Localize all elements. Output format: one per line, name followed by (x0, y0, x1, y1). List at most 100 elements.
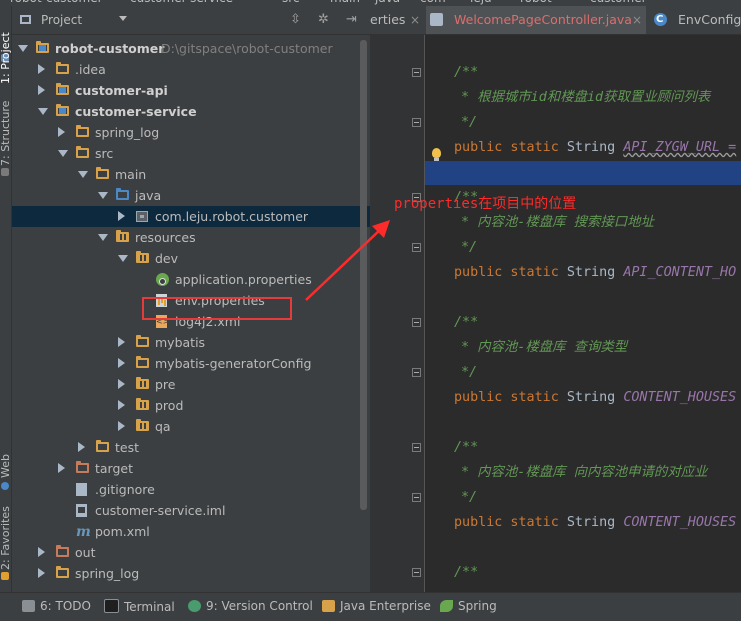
fold-marker-icon[interactable] (412, 493, 421, 502)
tree-item-label: dev (155, 251, 179, 266)
version-control-tool-button[interactable]: 9: Version Control (188, 599, 313, 613)
chevron-right-icon[interactable] (118, 358, 125, 368)
breadcrumb-item[interactable]: leju (470, 0, 492, 5)
settings-icon[interactable]: ✲ (318, 12, 329, 27)
web-tool-tab[interactable]: Web (0, 454, 11, 478)
chevron-right-icon[interactable] (78, 442, 85, 452)
tree-item[interactable]: m pom.xml (12, 521, 370, 542)
chevron-right-icon[interactable] (118, 421, 125, 431)
tree-item[interactable]: target (12, 458, 370, 479)
spring-tool-button[interactable]: Spring (440, 599, 497, 613)
tree-item[interactable]: customer-service.iml (12, 500, 370, 521)
java-enterprise-tool-button[interactable]: Java Enterprise (322, 599, 431, 613)
favorites-tool-tab[interactable]: 2: Favorites (0, 506, 11, 570)
tree-item[interactable]: spring_log (12, 122, 370, 143)
tree-item[interactable]: .gitignore (12, 479, 370, 500)
close-icon[interactable]: × (410, 6, 420, 34)
scroll-icon[interactable]: ⇳ (290, 12, 301, 27)
breadcrumb-item[interactable]: robot (520, 0, 552, 5)
terminal-tool-button[interactable]: Terminal (104, 599, 175, 614)
tree-item[interactable]: test (12, 437, 370, 458)
chevron-right-icon[interactable] (118, 379, 125, 389)
fold-marker-icon[interactable] (412, 568, 421, 577)
chevron-down-icon[interactable] (38, 108, 48, 115)
chevron-down-icon[interactable] (78, 171, 88, 178)
chevron-right-icon[interactable] (38, 85, 45, 95)
fold-marker-icon[interactable] (412, 68, 421, 77)
fold-marker-icon[interactable] (412, 243, 421, 252)
tree-item[interactable]: customer-service (12, 101, 370, 122)
breadcrumb-item[interactable]: java (375, 0, 400, 5)
chevron-down-icon[interactable] (98, 234, 108, 241)
chevron-right-icon[interactable] (58, 463, 65, 473)
tree-item[interactable]: spring_log (12, 563, 370, 584)
chevron-down-icon[interactable] (18, 45, 28, 52)
structure-tool-tab[interactable]: 7: Structure (0, 101, 11, 166)
comment-line: * 内容池-楼盘库 搜索接口地址 (461, 213, 654, 233)
web-tool-icon (1, 482, 9, 490)
tree-item-label: test (115, 440, 140, 455)
chevron-right-icon[interactable] (38, 547, 45, 557)
project-tool-tab[interactable]: 1: Project (0, 32, 11, 84)
tree-item[interactable]: .idea (12, 59, 370, 80)
breadcrumb-item[interactable]: customer (590, 0, 647, 5)
project-view-title[interactable]: Project (41, 13, 82, 27)
fold-marker-icon[interactable] (412, 118, 421, 127)
hide-icon[interactable]: ⇥ (346, 12, 357, 27)
chevron-down-icon[interactable] (98, 192, 108, 199)
editor-tab[interactable]: EnvConfig. (654, 6, 741, 34)
tree-item[interactable]: qa (12, 416, 370, 437)
editor-tab-active[interactable]: WelcomePageController.java × (426, 6, 646, 34)
lightbulb-icon[interactable] (432, 148, 441, 161)
editor-tab-bar: erties × WelcomePageController.java × En… (370, 6, 741, 35)
tree-item[interactable]: out (12, 542, 370, 563)
tree-item[interactable]: pre (12, 374, 370, 395)
chevron-right-icon[interactable] (118, 211, 125, 221)
breadcrumb-item[interactable]: src (282, 0, 300, 5)
chevron-right-icon[interactable] (118, 400, 125, 410)
todo-icon (22, 600, 35, 612)
comment-open-text: /** (454, 440, 479, 455)
breadcrumb-item[interactable]: robot-customer (10, 0, 103, 5)
tree-item[interactable]: main (12, 164, 370, 185)
chevron-down-icon[interactable] (58, 150, 68, 157)
chevron-right-icon[interactable] (38, 568, 45, 578)
fold-marker-icon[interactable] (412, 368, 421, 377)
chevron-down-icon[interactable] (118, 255, 128, 262)
close-icon[interactable]: × (632, 6, 642, 34)
comment-close: */ (461, 363, 477, 383)
source-folder-icon (116, 188, 129, 200)
tree-item[interactable]: robot-customer D:\gitspace\robot-customer (12, 38, 370, 59)
tool-label: Terminal (124, 600, 175, 614)
breadcrumb-item[interactable]: main (330, 0, 360, 5)
comment-line: * 根据城市id和楼盘id获取置业顾问列表 (461, 88, 710, 108)
chevron-down-icon[interactable] (119, 16, 127, 21)
bottom-tool-bar: 6: TODO Terminal 9: Version Control Java… (0, 592, 741, 621)
chevron-right-icon[interactable] (38, 64, 45, 74)
code-editor[interactable]: /** * 根据城市id和楼盘id获取置业顾问列表 */ public static … (370, 35, 741, 592)
breadcrumb-item[interactable]: customer-service (130, 0, 233, 5)
editor-tab-label: WelcomePageController.java (454, 12, 632, 27)
tree-item-label: application.properties (175, 272, 312, 287)
tree-item[interactable]: mybatis-generatorConfig (12, 353, 370, 374)
chevron-right-icon[interactable] (58, 127, 65, 137)
chevron-right-icon[interactable] (118, 337, 125, 347)
comment-open-text: /** (454, 65, 479, 80)
tree-item[interactable]: customer-api (12, 80, 370, 101)
todo-tool-button[interactable]: 6: TODO (22, 599, 91, 613)
comment-close-text: */ (461, 365, 478, 380)
comment-close-text: */ (461, 240, 478, 255)
fold-marker-icon[interactable] (412, 318, 421, 327)
tree-item[interactable]: mybatis (12, 332, 370, 353)
editor-tab[interactable]: erties × (370, 6, 420, 34)
editor-tab-label: EnvConfig. (678, 12, 741, 27)
comment-line-text: * 内容池-楼盘库 查询类型 (461, 340, 628, 355)
tree-item[interactable]: src (12, 143, 370, 164)
tree-item[interactable]: prod (12, 395, 370, 416)
fold-marker-icon[interactable] (412, 443, 421, 452)
breadcrumb-item[interactable]: com (420, 0, 446, 5)
tree-item[interactable]: java (12, 185, 370, 206)
tree-item-label: customer-service.iml (95, 503, 226, 518)
folder-icon (76, 146, 89, 158)
tree-item-path: D:\gitspace\robot-customer (161, 41, 333, 56)
